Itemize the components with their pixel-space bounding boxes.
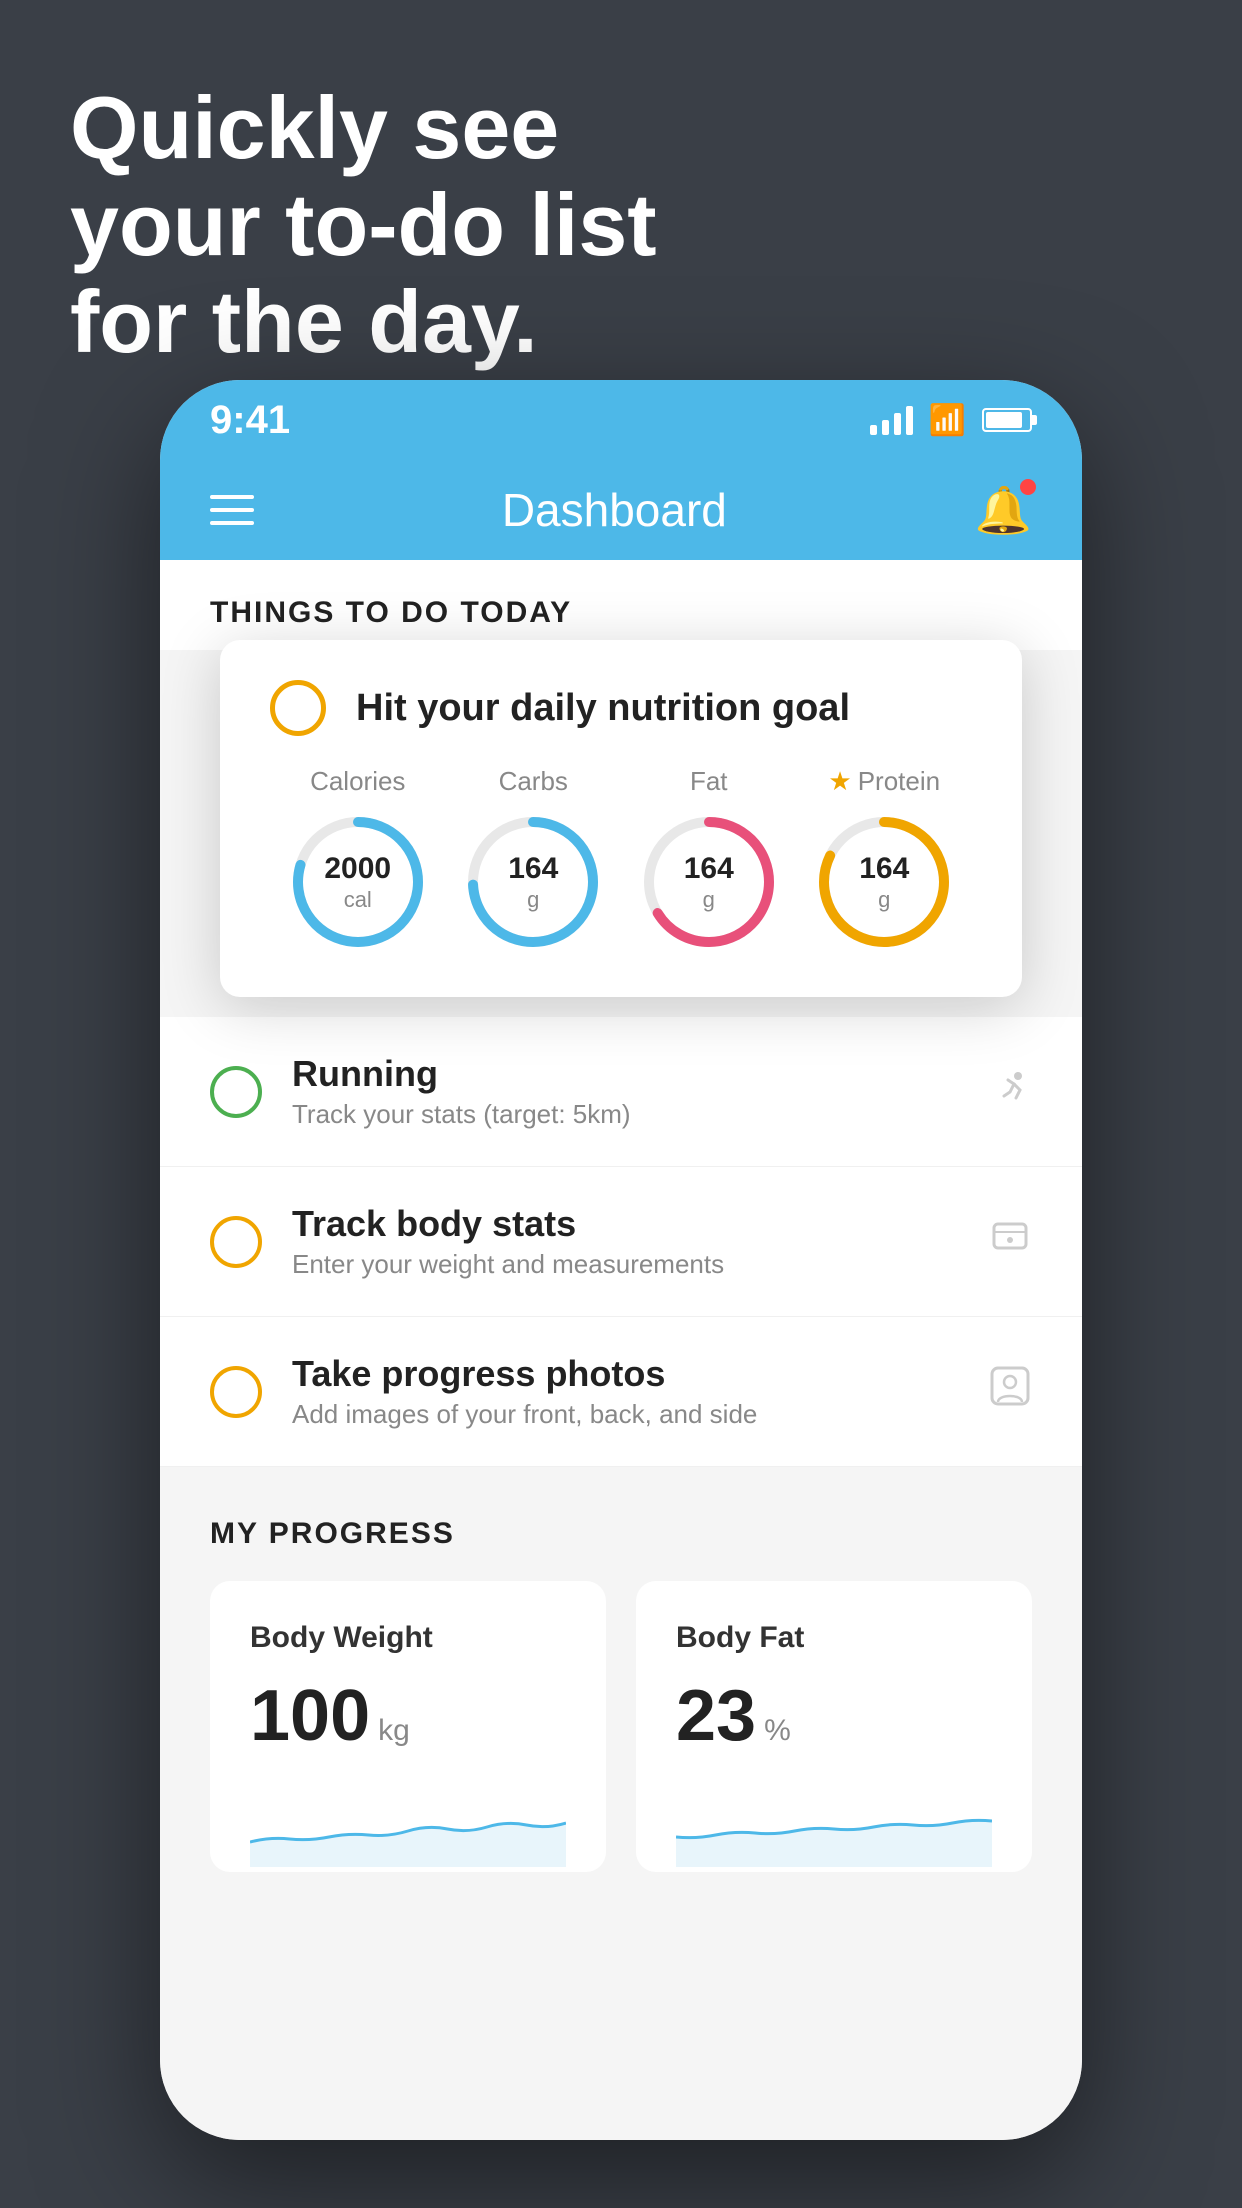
- notification-bell[interactable]: 🔔: [975, 483, 1032, 538]
- todo-text-running: Running Track your stats (target: 5km): [292, 1053, 958, 1130]
- nutrition-title: Hit your daily nutrition goal: [356, 687, 850, 730]
- todo-name-running: Running: [292, 1053, 958, 1095]
- hamburger-menu[interactable]: [210, 495, 254, 525]
- body-fat-title: Body Fat: [676, 1621, 992, 1655]
- battery-icon: [982, 408, 1032, 432]
- stat-fat: Fat 164 g: [634, 766, 784, 957]
- nutrition-stats: Calories 2000 cal Carbs: [270, 766, 972, 957]
- headline: Quickly see your to-do list for the day.: [70, 80, 657, 370]
- body-weight-value: 100 kg: [250, 1675, 566, 1757]
- fat-circle: 164 g: [634, 807, 784, 957]
- todo-list: Running Track your stats (target: 5km) T…: [160, 1017, 1082, 1467]
- todo-desc-progress-photos: Add images of your front, back, and side: [292, 1399, 958, 1430]
- nav-bar: Dashboard 🔔: [160, 460, 1082, 560]
- nutrition-check-circle: [270, 680, 326, 736]
- todo-circle-running: [210, 1066, 262, 1118]
- body-weight-number: 100: [250, 1675, 370, 1757]
- todo-item-body-stats[interactable]: Track body stats Enter your weight and m…: [160, 1167, 1082, 1317]
- todo-item-running[interactable]: Running Track your stats (target: 5km): [160, 1017, 1082, 1167]
- status-icons: 📶: [870, 403, 1032, 438]
- status-time: 9:41: [210, 398, 290, 443]
- todo-desc-running: Track your stats (target: 5km): [292, 1099, 958, 1130]
- wifi-icon: 📶: [929, 403, 966, 438]
- todo-item-progress-photos[interactable]: Take progress photos Add images of your …: [160, 1317, 1082, 1467]
- body-fat-value: 23 %: [676, 1675, 992, 1757]
- stat-protein: ★ Protein 164 g: [809, 766, 959, 957]
- stat-calories: Calories 2000 cal: [283, 766, 433, 957]
- todo-name-body-stats: Track body stats: [292, 1203, 958, 1245]
- body-weight-sparkline: [250, 1787, 566, 1867]
- carbs-label: Carbs: [499, 766, 568, 797]
- body-fat-sparkline: [676, 1787, 992, 1867]
- running-icon: [988, 1064, 1032, 1119]
- person-icon: [988, 1364, 1032, 1419]
- nav-title: Dashboard: [502, 483, 727, 537]
- todo-desc-body-stats: Enter your weight and measurements: [292, 1249, 958, 1280]
- todo-name-progress-photos: Take progress photos: [292, 1353, 958, 1395]
- todo-circle-body-stats: [210, 1216, 262, 1268]
- scale-icon: [988, 1214, 1032, 1269]
- stat-carbs: Carbs 164 g: [458, 766, 608, 957]
- nutrition-card[interactable]: Hit your daily nutrition goal Calories 2…: [220, 640, 1022, 997]
- body-fat-card[interactable]: Body Fat 23 %: [636, 1581, 1032, 1872]
- signal-icon: [870, 405, 913, 435]
- notification-dot: [1020, 479, 1036, 495]
- star-icon: ★: [828, 766, 851, 797]
- my-progress-section: MY PROGRESS Body Weight 100 kg Bod: [160, 1467, 1082, 1902]
- calories-circle: 2000 cal: [283, 807, 433, 957]
- todo-text-body-stats: Track body stats Enter your weight and m…: [292, 1203, 958, 1280]
- body-weight-card[interactable]: Body Weight 100 kg: [210, 1581, 606, 1872]
- body-fat-number: 23: [676, 1675, 756, 1757]
- progress-cards: Body Weight 100 kg Body Fat 23 %: [210, 1581, 1032, 1872]
- todo-text-progress-photos: Take progress photos Add images of your …: [292, 1353, 958, 1430]
- calories-label: Calories: [310, 766, 405, 797]
- todo-circle-progress-photos: [210, 1366, 262, 1418]
- status-bar: 9:41 📶: [160, 380, 1082, 460]
- section-title-things-to-do: THINGS TO DO TODAY: [210, 596, 1032, 630]
- fat-label: Fat: [690, 766, 728, 797]
- protein-label: ★ Protein: [828, 766, 940, 797]
- phone-mockup: 9:41 📶 Dashboard 🔔 THINGS TO DO TODAY: [160, 380, 1082, 2140]
- phone-content: THINGS TO DO TODAY Hit your daily nutrit…: [160, 560, 1082, 2140]
- nutrition-card-header: Hit your daily nutrition goal: [270, 680, 972, 736]
- body-fat-unit: %: [764, 1714, 791, 1748]
- carbs-circle: 164 g: [458, 807, 608, 957]
- body-weight-title: Body Weight: [250, 1621, 566, 1655]
- body-weight-unit: kg: [378, 1714, 410, 1748]
- progress-section-title: MY PROGRESS: [210, 1517, 1032, 1551]
- things-to-do-header: THINGS TO DO TODAY: [160, 560, 1082, 650]
- protein-circle: 164 g: [809, 807, 959, 957]
